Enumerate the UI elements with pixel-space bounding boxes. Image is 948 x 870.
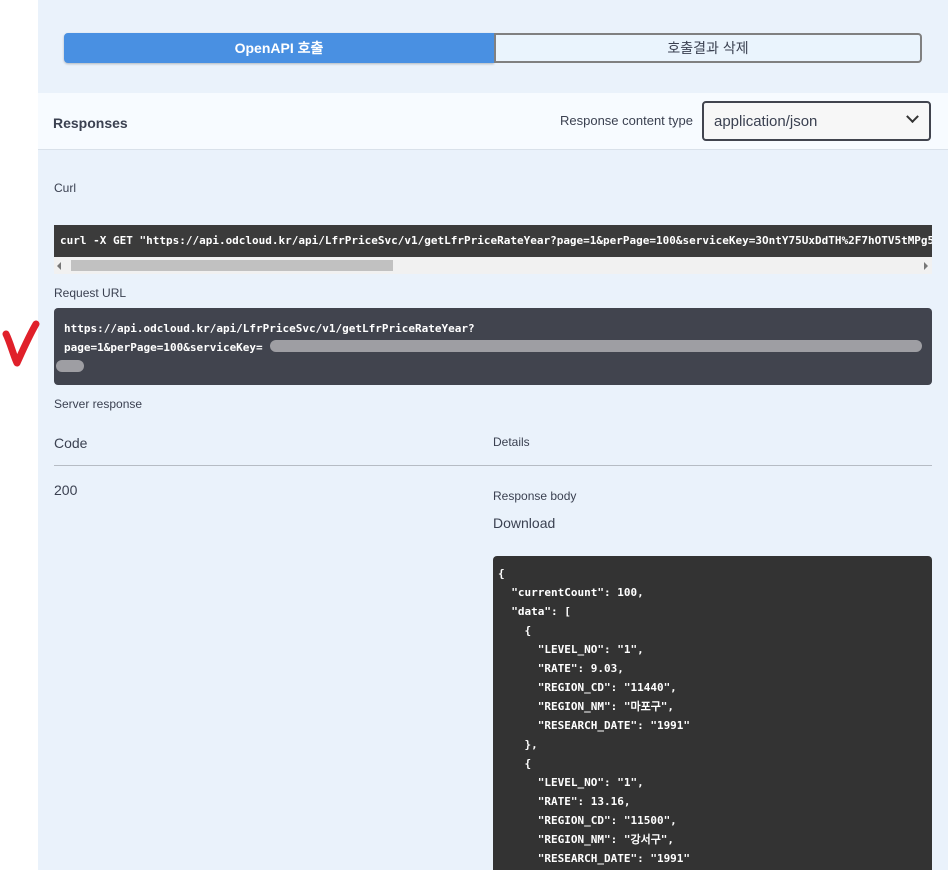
clear-button[interactable]: 호출결과 삭제 [494,33,922,63]
response-content-type-value: application/json [714,113,818,130]
checkmark-annotation-icon [2,320,40,367]
details-column-header: Details [493,435,530,449]
execute-wrapper: OpenAPI 호출 호출결과 삭제 [38,0,948,93]
request-url-box[interactable]: https://api.odcloud.kr/api/LfrPriceSvc/v… [54,308,932,385]
curl-label: Curl [54,181,77,195]
response-status-code: 200 [54,482,78,498]
execute-button[interactable]: OpenAPI 호출 [64,33,494,63]
chevron-down-icon [906,110,919,124]
scroll-right-arrow-icon[interactable] [924,262,928,270]
left-gutter [0,0,38,870]
redacted-service-key [270,340,922,352]
request-url-line-1: https://api.odcloud.kr/api/LfrPriceSvc/v… [64,322,475,335]
server-response-label: Server response [54,397,143,411]
scroll-left-arrow-icon[interactable] [57,262,61,270]
code-column-header: Code [54,435,88,451]
scroll-thumb[interactable] [71,260,393,271]
response-content-type-select[interactable]: application/json [702,101,931,141]
curl-horizontal-scrollbar[interactable] [54,257,932,274]
responses-title: Responses [53,115,128,131]
request-url-label: Request URL [54,286,127,300]
redacted-service-key-tail [56,360,84,372]
response-body-label: Response body [493,489,577,503]
curl-command-box[interactable]: curl -X GET "https://api.odcloud.kr/api/… [54,225,932,257]
response-body-json[interactable]: { "currentCount": 100, "data": [ { "LEVE… [493,556,932,870]
responses-header: Responses Response content type applicat… [38,93,948,150]
download-link[interactable]: Download [493,515,555,531]
table-divider [54,465,932,466]
response-content-type-label: Response content type [560,113,693,128]
